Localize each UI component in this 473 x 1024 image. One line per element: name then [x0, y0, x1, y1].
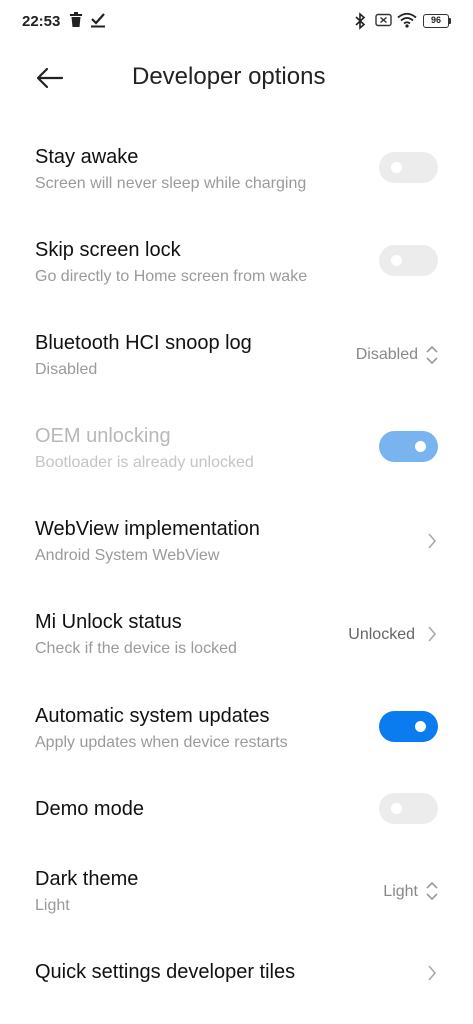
setting-quick-settings-developer-tiles[interactable]: Quick settings developer tiles — [0, 945, 473, 1005]
page-title: Developer options — [132, 63, 326, 90]
battery-tip — [449, 18, 451, 24]
setting-mi-unlock-status[interactable]: Mi Unlock status Check if the device is … — [0, 595, 473, 681]
setting-title: Bluetooth HCI snoop log — [35, 332, 252, 354]
chevron-right-icon — [428, 965, 437, 981]
stay-awake-toggle[interactable] — [379, 152, 438, 183]
arrow-left-icon — [36, 67, 64, 89]
setting-title: Stay awake — [35, 146, 139, 168]
header: Developer options — [0, 46, 473, 110]
setting-title: WebView implementation — [35, 518, 260, 540]
wifi-icon — [397, 12, 417, 33]
setting-title: OEM unlocking — [35, 425, 171, 447]
skip-screen-lock-toggle[interactable] — [379, 245, 438, 276]
download-done-icon — [91, 12, 105, 33]
automatic-system-updates-toggle[interactable] — [379, 711, 438, 742]
demo-mode-toggle[interactable] — [379, 793, 438, 824]
no-sim-icon — [375, 12, 393, 33]
setting-skip-screen-lock[interactable]: Skip screen lock Go directly to Home scr… — [0, 223, 473, 309]
oem-unlocking-toggle — [379, 431, 438, 462]
setting-title: Quick settings developer tiles — [35, 961, 296, 983]
up-down-arrows-icon — [426, 345, 438, 365]
setting-title: Mi Unlock status — [35, 611, 182, 633]
back-button[interactable] — [34, 64, 66, 92]
setting-title: Automatic system updates — [35, 705, 270, 727]
setting-title: Skip screen lock — [35, 239, 181, 261]
setting-demo-mode[interactable]: Demo mode — [0, 782, 473, 838]
setting-value: Disabled — [355, 346, 418, 363]
battery-icon: 96 — [423, 14, 449, 28]
setting-subtitle: Go directly to Home screen from wake — [35, 268, 308, 285]
setting-stay-awake[interactable]: Stay awake Screen will never sleep while… — [0, 130, 473, 216]
setting-subtitle: Check if the device is locked — [35, 640, 237, 657]
setting-webview-implementation[interactable]: WebView implementation Android System We… — [0, 502, 473, 588]
setting-subtitle: Disabled — [35, 361, 98, 378]
setting-value: Light — [383, 883, 418, 900]
setting-value: Unlocked — [348, 626, 415, 643]
setting-subtitle: Android System WebView — [35, 547, 220, 564]
setting-title: Dark theme — [35, 868, 139, 890]
setting-automatic-system-updates[interactable]: Automatic system updates Apply updates w… — [0, 689, 473, 775]
setting-subtitle: Light — [35, 897, 70, 914]
setting-bluetooth-hci-snoop-log[interactable]: Bluetooth HCI snoop log Disabled Disable… — [0, 316, 473, 402]
bluetooth-icon — [354, 12, 366, 35]
trash-icon — [69, 12, 83, 33]
status-bar: 22:53 96 — [0, 0, 473, 46]
chevron-right-icon — [428, 626, 437, 642]
status-time: 22:53 — [22, 13, 61, 30]
setting-dark-theme[interactable]: Dark theme Light Light — [0, 852, 473, 938]
setting-title: Demo mode — [35, 798, 144, 820]
chevron-right-icon — [428, 533, 437, 549]
setting-subtitle: Apply updates when device restarts — [35, 734, 288, 751]
setting-oem-unlocking: OEM unlocking Bootloader is already unlo… — [0, 409, 473, 495]
setting-subtitle: Bootloader is already unlocked — [35, 454, 254, 471]
up-down-arrows-icon — [426, 881, 438, 901]
setting-subtitle: Screen will never sleep while charging — [35, 175, 307, 192]
